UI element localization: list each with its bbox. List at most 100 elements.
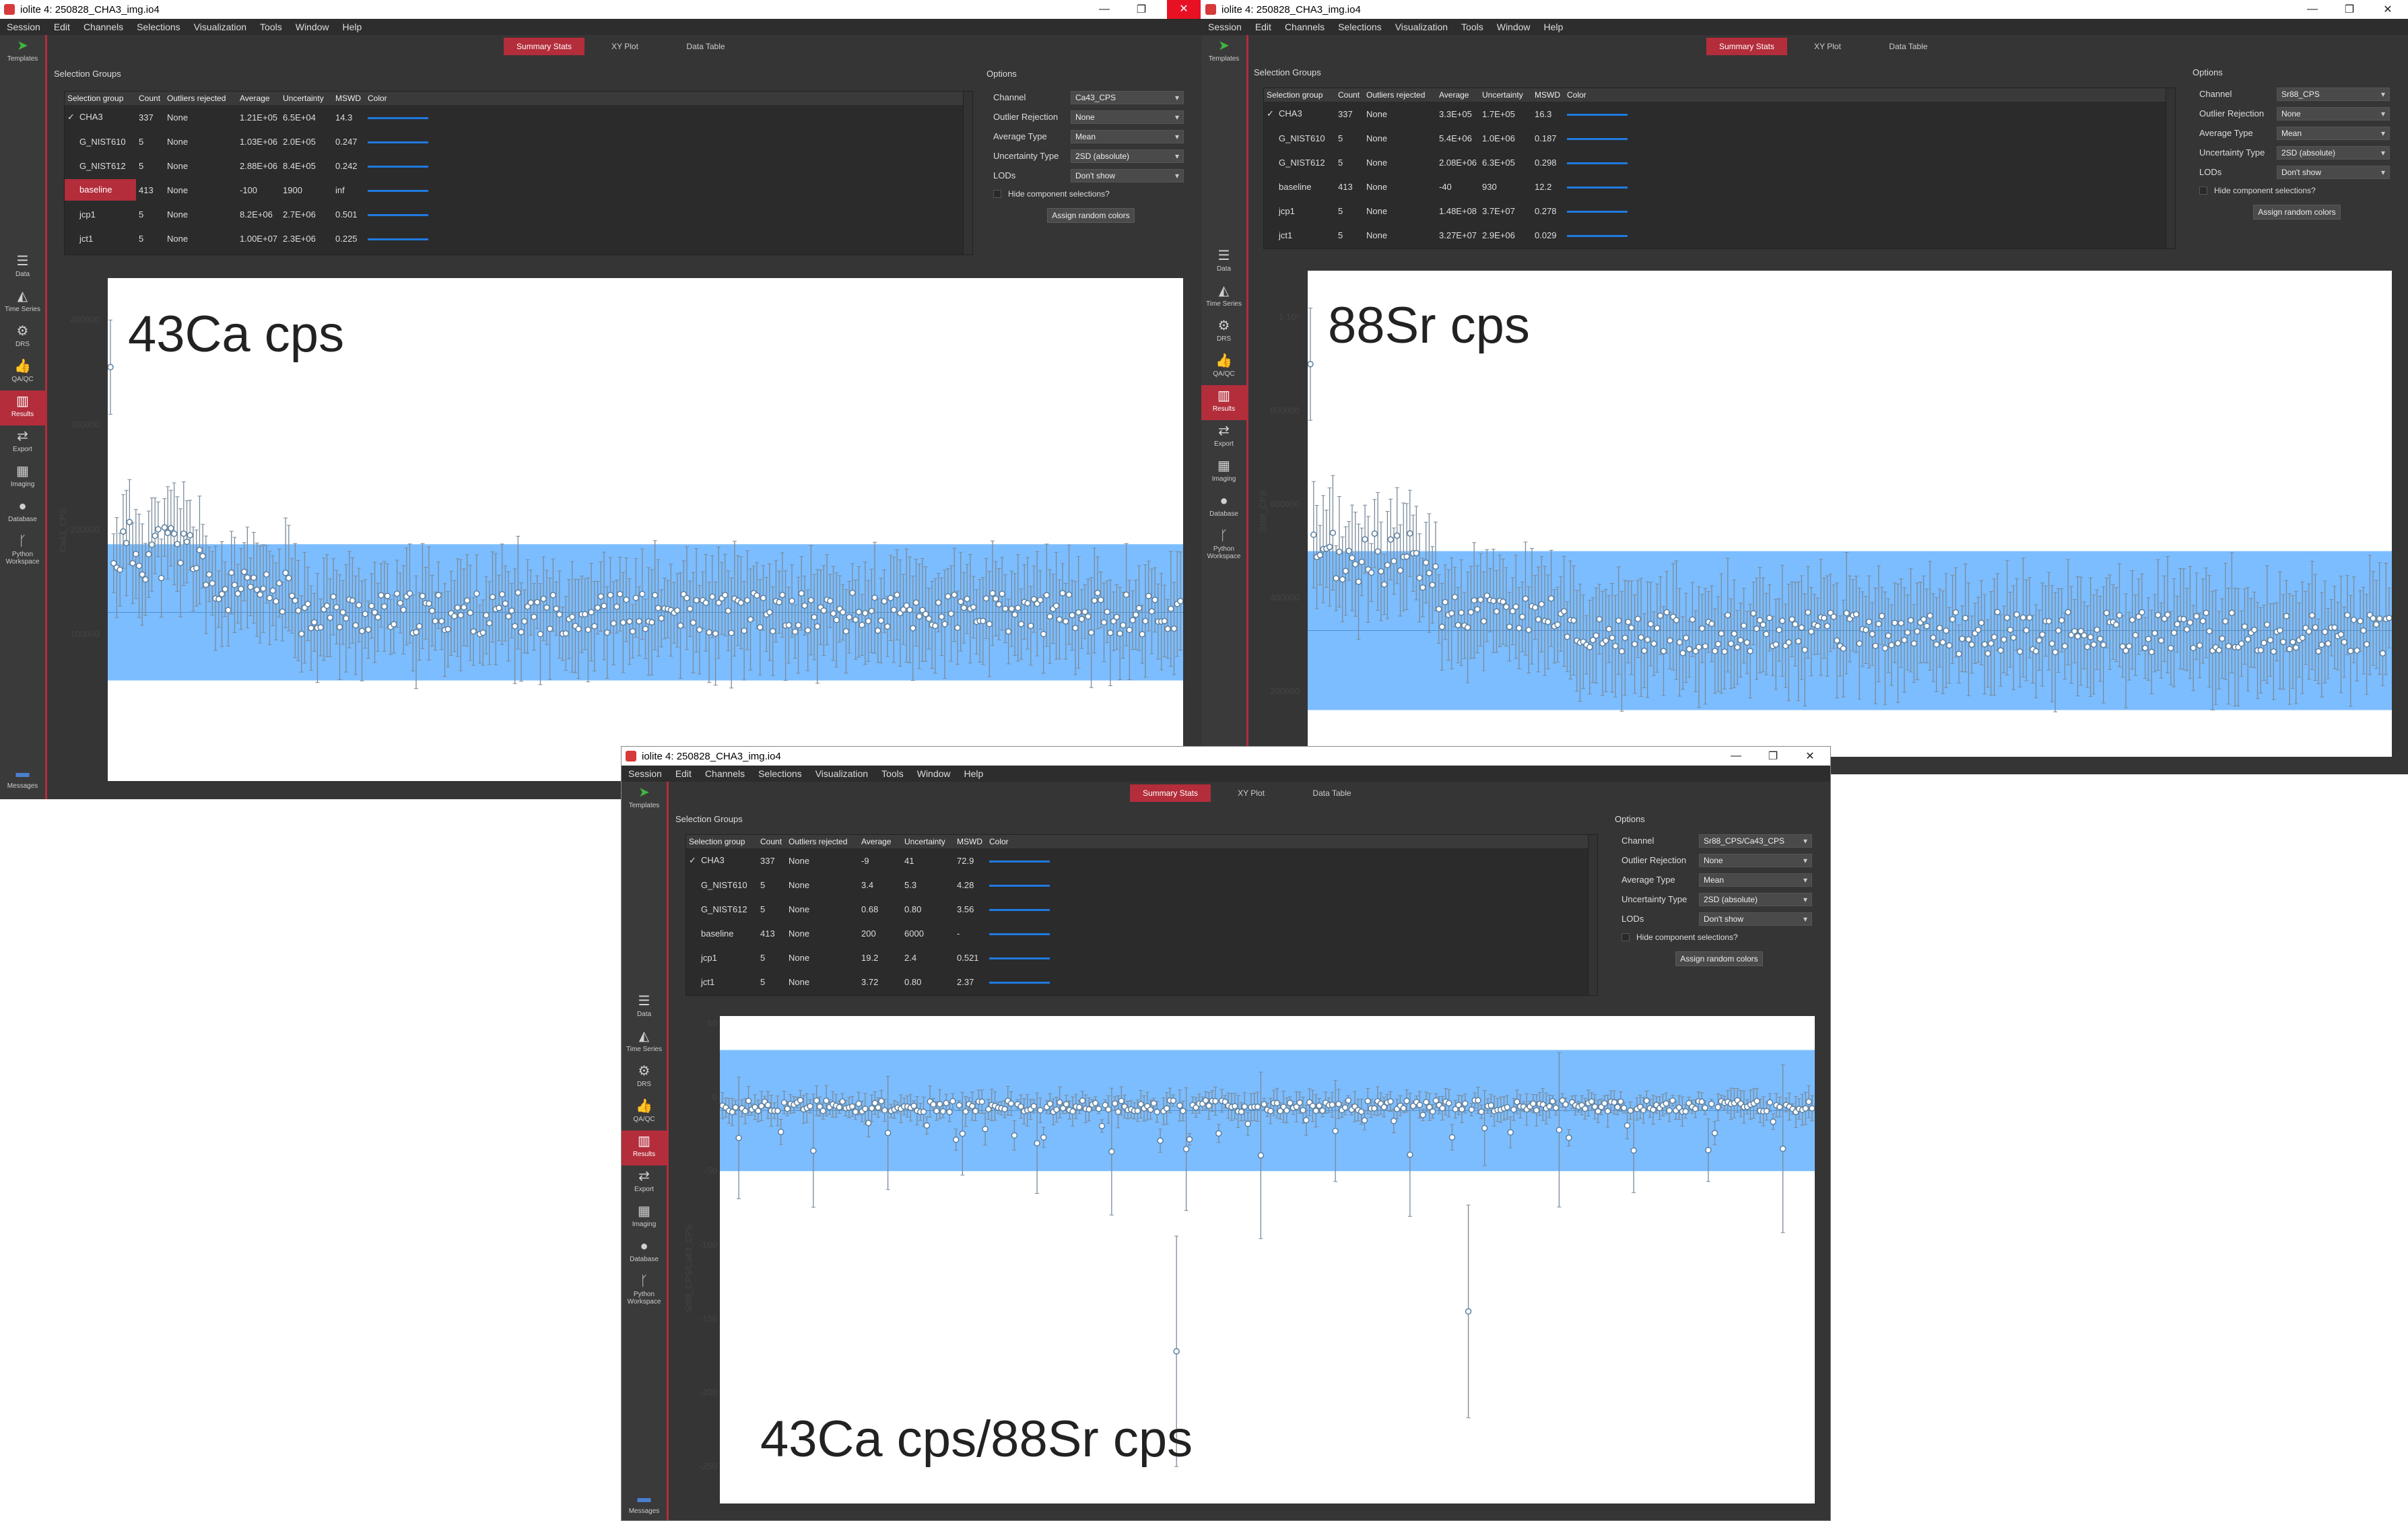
sidebar-item-python[interactable]: ᚴ Python Workspace xyxy=(1201,525,1246,566)
cell-color[interactable] xyxy=(986,953,1054,963)
sidebar-item-data[interactable]: ☰ Data xyxy=(622,990,667,1025)
col-average[interactable]: Average xyxy=(1436,90,1479,100)
row-checkmark[interactable]: ✓ xyxy=(67,112,79,123)
sidebar-item-drs[interactable]: ⚙ DRS xyxy=(622,1060,667,1095)
menu-visualization[interactable]: Visualization xyxy=(815,768,868,779)
menu-visualization[interactable]: Visualization xyxy=(194,22,246,32)
cell-color[interactable] xyxy=(986,904,1054,914)
table-scrollbar[interactable] xyxy=(963,92,972,255)
cell-selection-group[interactable]: jcp1 xyxy=(65,209,136,219)
option-select[interactable]: Don't show xyxy=(1699,912,1812,926)
col-average[interactable]: Average xyxy=(859,837,902,846)
table-row[interactable]: G_NIST610 5 None 1.03E+06 2.0E+05 0.247 xyxy=(65,129,972,154)
cell-selection-group[interactable]: G_NIST612 xyxy=(1264,158,1335,168)
menu-channels[interactable]: Channels xyxy=(1285,22,1325,32)
sidebar-item-drs[interactable]: ⚙ DRS xyxy=(0,320,45,356)
col-count[interactable]: Count xyxy=(136,94,164,103)
table-scrollbar[interactable] xyxy=(2166,88,2175,248)
table-row[interactable]: ✓ CHA3 337 None 3.3E+05 1.7E+05 16.3 xyxy=(1264,102,2175,126)
table-row[interactable]: jcp1 5 None 8.2E+06 2.7E+06 0.501 xyxy=(65,202,972,226)
col-outliers[interactable]: Outliers rejected xyxy=(786,837,859,846)
option-select[interactable]: Mean xyxy=(1071,129,1184,143)
cell-selection-group[interactable]: baseline xyxy=(686,928,758,939)
cell-color[interactable] xyxy=(986,928,1054,939)
tab-data-table[interactable]: Data Table xyxy=(1292,784,1372,802)
col-color[interactable]: Color xyxy=(986,837,1054,846)
tab-xy-plot[interactable]: XY Plot xyxy=(584,38,665,55)
menu-session[interactable]: Session xyxy=(7,22,40,32)
option-select[interactable]: Mean xyxy=(2277,126,2390,140)
cell-color[interactable] xyxy=(986,856,1054,866)
menu-edit[interactable]: Edit xyxy=(675,768,692,779)
sidebar-item-data[interactable]: ☰ Data xyxy=(0,250,45,285)
cell-color[interactable] xyxy=(365,161,432,171)
sidebar-item-database[interactable]: ● Database xyxy=(0,496,45,531)
col-mswd[interactable]: MSWD xyxy=(954,837,986,846)
tab-data-table[interactable]: Data Table xyxy=(665,38,746,55)
menu-channels[interactable]: Channels xyxy=(83,22,123,32)
cell-color[interactable] xyxy=(365,112,432,123)
table-row[interactable]: G_NIST612 5 None 0.68 0.80 3.56 xyxy=(686,897,1597,921)
col-color[interactable]: Color xyxy=(1564,90,1632,100)
assign-random-colors-button[interactable]: Assign random colors xyxy=(1675,951,1763,966)
col-uncertainty[interactable]: Uncertainty xyxy=(280,94,333,103)
cell-selection-group[interactable]: jcp1 xyxy=(686,953,758,963)
cell-selection-group[interactable]: baseline xyxy=(1264,182,1335,192)
table-row[interactable]: baseline 413 None -40 930 12.2 xyxy=(1264,174,2175,199)
menu-help[interactable]: Help xyxy=(343,22,362,32)
cell-color[interactable] xyxy=(1564,158,1632,168)
cell-selection-group[interactable]: jct1 xyxy=(686,977,758,987)
tab-data-table[interactable]: Data Table xyxy=(1868,38,1949,55)
sidebar-item-messages[interactable]: ▬ Messages xyxy=(622,1487,667,1520)
option-select[interactable]: Ca43_CPS xyxy=(1071,90,1184,104)
menu-selections[interactable]: Selections xyxy=(758,768,802,779)
option-select[interactable]: Don't show xyxy=(1071,168,1184,182)
results-plot[interactable]: 88Sr cps xyxy=(1308,271,2392,757)
sidebar-item-python[interactable]: ᚴ Python Workspace xyxy=(0,531,45,571)
table-scrollbar[interactable] xyxy=(1588,835,1597,995)
cell-selection-group[interactable]: jcp1 xyxy=(1264,206,1335,216)
option-select[interactable]: None xyxy=(1071,110,1184,124)
table-row[interactable]: jcp1 5 None 19.2 2.4 0.521 xyxy=(686,945,1597,970)
cell-selection-group[interactable]: ✓ CHA3 xyxy=(1264,108,1335,119)
restore-icon[interactable]: ❐ xyxy=(2329,0,2370,19)
sidebar-item-export[interactable]: ⇄ Export xyxy=(1201,420,1246,455)
sidebar-item-templates[interactable]: ➤ Templates xyxy=(0,35,45,70)
restore-icon[interactable]: ❐ xyxy=(1753,747,1793,766)
cell-color[interactable] xyxy=(365,137,432,147)
sidebar-item-python[interactable]: ᚴ Python Workspace xyxy=(622,1271,667,1311)
table-row[interactable]: baseline 413 None -100 1900 inf xyxy=(65,178,972,202)
menu-help[interactable]: Help xyxy=(1544,22,1564,32)
tab-summary-stats[interactable]: Summary Stats xyxy=(1130,784,1211,802)
close-icon[interactable]: ✕ xyxy=(1790,747,1830,766)
cell-color[interactable] xyxy=(1564,230,1632,240)
cell-color[interactable] xyxy=(365,209,432,219)
option-select[interactable]: Sr88_CPS xyxy=(2277,87,2390,101)
cell-color[interactable] xyxy=(1564,206,1632,216)
col-outliers[interactable]: Outliers rejected xyxy=(164,94,237,103)
option-select[interactable]: Sr88_CPS/Ca43_CPS xyxy=(1699,834,1812,848)
sidebar-item-database[interactable]: ● Database xyxy=(1201,490,1246,525)
hide-components-checkbox[interactable]: Hide component selections? xyxy=(993,185,1184,203)
sidebar-item-data[interactable]: ☰ Data xyxy=(1201,245,1246,280)
cell-color[interactable] xyxy=(1564,182,1632,192)
cell-color[interactable] xyxy=(1564,133,1632,143)
col-uncertainty[interactable]: Uncertainty xyxy=(902,837,954,846)
sidebar-item-results[interactable]: ▥ Results xyxy=(622,1130,667,1165)
results-plot[interactable]: 43Ca cps/88Sr cps xyxy=(720,1016,1815,1503)
menu-session[interactable]: Session xyxy=(1208,22,1242,32)
sidebar-item-templates[interactable]: ➤ Templates xyxy=(622,782,667,817)
cell-selection-group[interactable]: jct1 xyxy=(1264,230,1335,240)
results-plot[interactable]: 43Ca cps xyxy=(108,278,1183,781)
table-row[interactable]: jct1 5 None 3.72 0.80 2.37 xyxy=(686,970,1597,994)
tab-summary-stats[interactable]: Summary Stats xyxy=(1706,38,1787,55)
cell-selection-group[interactable]: G_NIST610 xyxy=(1264,133,1335,143)
table-row[interactable]: ✓ CHA3 337 None 1.21E+05 6.5E+04 14.3 xyxy=(65,105,972,129)
checkbox-box[interactable] xyxy=(2199,187,2207,195)
sidebar-item-results[interactable]: ▥ Results xyxy=(1201,385,1246,420)
menu-window[interactable]: Window xyxy=(1497,22,1531,32)
row-checkmark[interactable]: ✓ xyxy=(689,855,701,866)
sidebar-item-time-series[interactable]: ◭ Time Series xyxy=(0,285,45,320)
col-uncertainty[interactable]: Uncertainty xyxy=(1479,90,1532,100)
col-average[interactable]: Average xyxy=(237,94,280,103)
